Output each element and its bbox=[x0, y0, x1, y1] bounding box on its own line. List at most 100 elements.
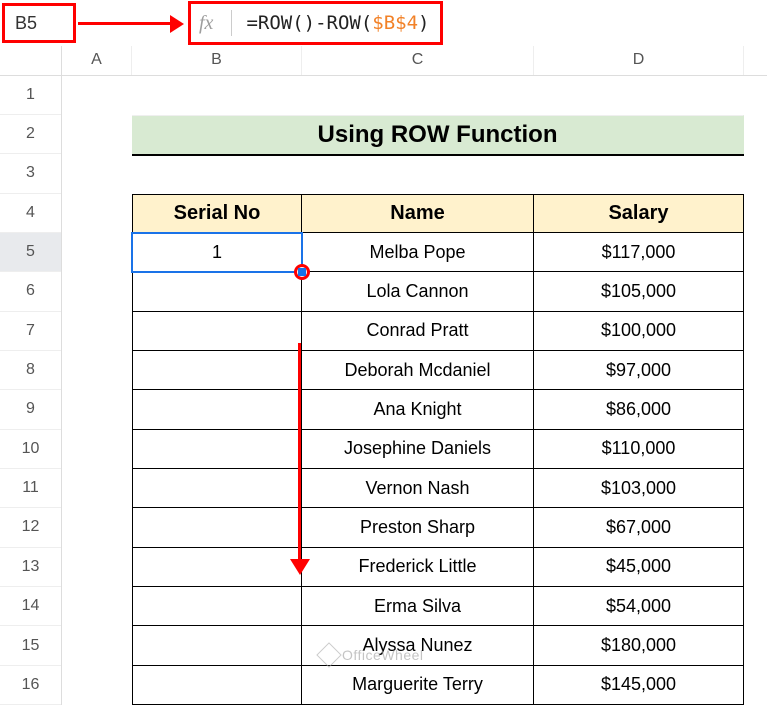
cell-salary[interactable]: $45,000 bbox=[534, 548, 744, 587]
row-header[interactable]: 4 bbox=[0, 194, 61, 233]
cell[interactable] bbox=[534, 156, 744, 193]
cell-serial[interactable] bbox=[132, 390, 302, 429]
cell-name[interactable]: Deborah Mcdaniel bbox=[302, 351, 534, 390]
cell[interactable] bbox=[62, 430, 132, 469]
cell-name[interactable]: Conrad Pratt bbox=[302, 312, 534, 351]
cell[interactable] bbox=[132, 156, 302, 193]
row-header[interactable]: 7 bbox=[0, 312, 61, 351]
row-header[interactable]: 2 bbox=[0, 115, 61, 154]
row-header[interactable]: 16 bbox=[0, 666, 61, 705]
cell[interactable] bbox=[62, 548, 132, 587]
row-header[interactable]: 10 bbox=[0, 430, 61, 469]
cell-salary[interactable]: $54,000 bbox=[534, 587, 744, 626]
cell-name[interactable]: Vernon Nash bbox=[302, 469, 534, 508]
fx-icon: fx bbox=[199, 12, 213, 35]
column-header[interactable]: B bbox=[132, 46, 302, 75]
formula-bar-row: B5 fx =ROW()-ROW($B$4) bbox=[0, 0, 767, 46]
cell[interactable] bbox=[62, 272, 132, 311]
cell[interactable] bbox=[62, 508, 132, 547]
cell-value: 1 bbox=[212, 242, 222, 263]
column-header[interactable]: A bbox=[62, 46, 132, 75]
cell[interactable] bbox=[62, 194, 132, 233]
annotation-arrow-right bbox=[78, 22, 174, 25]
cell-serial[interactable] bbox=[132, 469, 302, 508]
fill-handle-icon bbox=[298, 268, 306, 276]
cell-serial[interactable] bbox=[132, 626, 302, 665]
header-serial[interactable]: Serial No bbox=[132, 194, 302, 233]
cell-salary[interactable]: $145,000 bbox=[534, 666, 744, 705]
spreadsheet-grid[interactable]: 1 2 3 4 5 6 7 8 9 10 11 12 13 14 15 16 A… bbox=[0, 46, 767, 705]
row-header[interactable]: 6 bbox=[0, 272, 61, 311]
cell-salary[interactable]: $97,000 bbox=[534, 351, 744, 390]
table-row: Deborah Mcdaniel $97,000 bbox=[62, 351, 767, 390]
column-header[interactable]: C bbox=[302, 46, 534, 75]
cell-name[interactable]: Josephine Daniels bbox=[302, 430, 534, 469]
row-header[interactable]: 5 bbox=[0, 233, 61, 272]
row-header[interactable]: 15 bbox=[0, 626, 61, 665]
cell[interactable] bbox=[62, 351, 132, 390]
name-box[interactable]: B5 bbox=[2, 3, 76, 43]
row-header[interactable]: 1 bbox=[0, 76, 61, 115]
cell[interactable] bbox=[62, 233, 132, 272]
cell[interactable] bbox=[62, 312, 132, 351]
cell-serial[interactable] bbox=[132, 666, 302, 705]
cell[interactable] bbox=[62, 469, 132, 508]
cell-salary[interactable]: $105,000 bbox=[534, 272, 744, 311]
select-all-corner[interactable] bbox=[0, 46, 61, 76]
cell-salary[interactable]: $103,000 bbox=[534, 469, 744, 508]
cell-name[interactable]: Ana Knight bbox=[302, 390, 534, 429]
cell[interactable] bbox=[534, 76, 744, 115]
formula-prefix: =ROW()-ROW( bbox=[246, 12, 372, 34]
formula-text[interactable]: =ROW()-ROW($B$4) bbox=[246, 12, 429, 34]
row-header[interactable]: 9 bbox=[0, 390, 61, 429]
selected-cell[interactable]: 1 bbox=[132, 233, 302, 272]
header-name[interactable]: Name bbox=[302, 194, 534, 233]
cell-salary[interactable]: $67,000 bbox=[534, 508, 744, 547]
cell-name[interactable]: Preston Sharp bbox=[302, 508, 534, 547]
title-cell[interactable]: Using ROW Function bbox=[132, 115, 744, 154]
cell-serial[interactable] bbox=[132, 430, 302, 469]
cell[interactable] bbox=[62, 390, 132, 429]
cell-serial[interactable] bbox=[132, 312, 302, 351]
row-header[interactable]: 8 bbox=[0, 351, 61, 390]
annotation-arrow-down bbox=[298, 343, 301, 563]
row-header[interactable]: 14 bbox=[0, 587, 61, 626]
cell[interactable] bbox=[132, 76, 302, 115]
name-box-value: B5 bbox=[15, 13, 37, 34]
row-header[interactable]: 13 bbox=[0, 548, 61, 587]
cell-salary[interactable]: $86,000 bbox=[534, 390, 744, 429]
cell[interactable] bbox=[62, 115, 132, 154]
table-row: Josephine Daniels $110,000 bbox=[62, 430, 767, 469]
header-salary[interactable]: Salary bbox=[534, 194, 744, 233]
cell-salary[interactable]: $117,000 bbox=[534, 233, 744, 272]
cell-salary[interactable]: $100,000 bbox=[534, 312, 744, 351]
row-header[interactable]: 3 bbox=[0, 154, 61, 193]
formula-bar[interactable]: fx =ROW()-ROW($B$4) bbox=[188, 1, 443, 45]
row-header[interactable]: 11 bbox=[0, 469, 61, 508]
cell[interactable] bbox=[62, 156, 132, 193]
cell[interactable] bbox=[62, 666, 132, 705]
cell-name[interactable]: Lola Cannon bbox=[302, 272, 534, 311]
row-header[interactable]: 12 bbox=[0, 508, 61, 547]
watermark-text: OfficeWheel bbox=[342, 647, 424, 663]
cell-name[interactable]: Melba Pope bbox=[302, 233, 534, 272]
cell-serial[interactable] bbox=[132, 548, 302, 587]
cell[interactable] bbox=[302, 76, 534, 115]
cell-name[interactable]: Frederick Little bbox=[302, 548, 534, 587]
cell-salary[interactable]: $180,000 bbox=[534, 626, 744, 665]
column-header[interactable]: D bbox=[534, 46, 744, 75]
formula-ref: $B$4 bbox=[372, 12, 418, 34]
column-headers: A B C D bbox=[62, 46, 767, 76]
cell[interactable] bbox=[62, 626, 132, 665]
cell-name[interactable]: Marguerite Terry bbox=[302, 666, 534, 705]
cell-serial[interactable] bbox=[132, 351, 302, 390]
cell-serial[interactable] bbox=[132, 587, 302, 626]
cell[interactable] bbox=[302, 156, 534, 193]
cell-name[interactable]: Erma Silva bbox=[302, 587, 534, 626]
cell-serial[interactable] bbox=[132, 508, 302, 547]
cell[interactable] bbox=[62, 587, 132, 626]
table-row: Marguerite Terry $145,000 bbox=[62, 666, 767, 705]
cell-salary[interactable]: $110,000 bbox=[534, 430, 744, 469]
cell[interactable] bbox=[62, 76, 132, 115]
cell-serial[interactable] bbox=[132, 272, 302, 311]
